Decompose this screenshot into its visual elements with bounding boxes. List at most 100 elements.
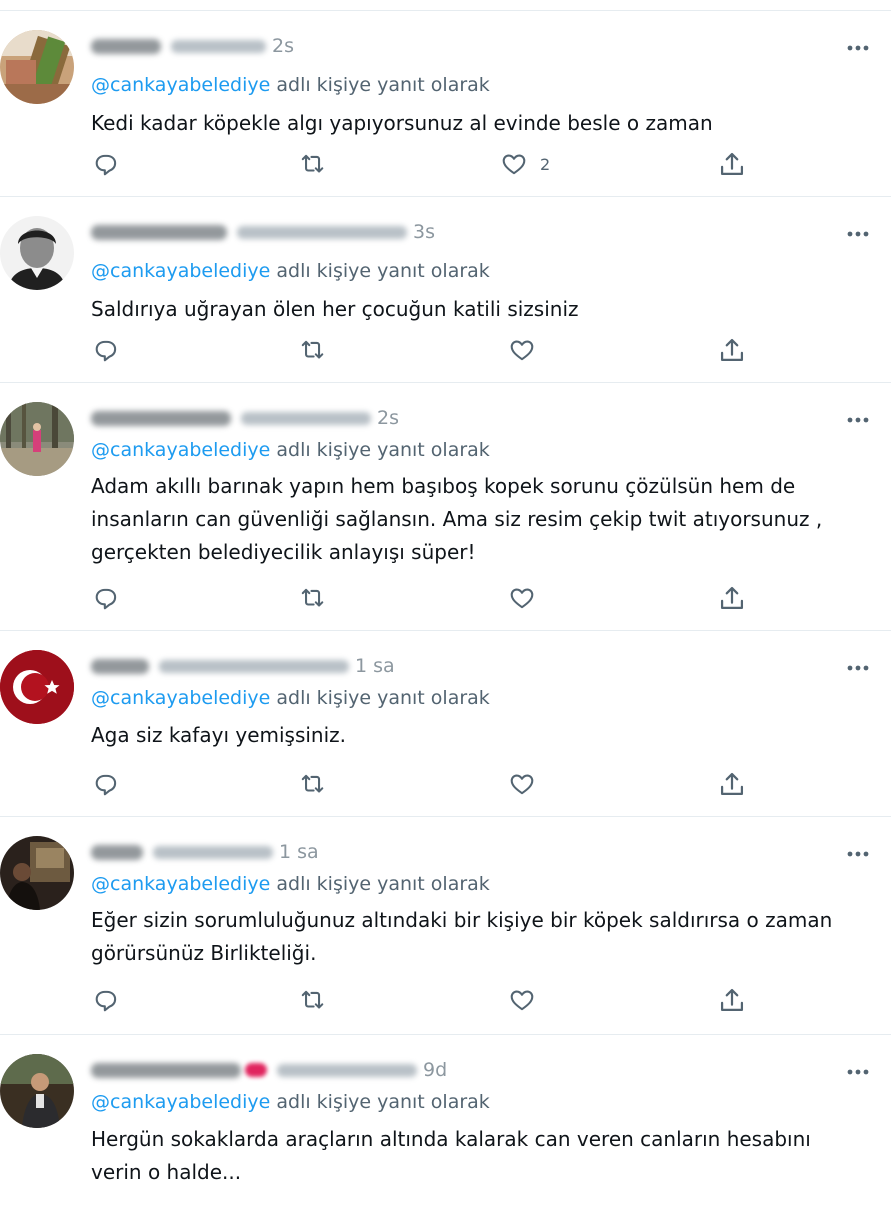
- reply-button[interactable]: [94, 986, 120, 1014]
- tweet[interactable]: 1 sa @cankayabelediye adlı kişiye yanıt …: [0, 817, 891, 1035]
- reply-context: @cankayabelediye adlı kişiye yanıt olara…: [91, 873, 490, 895]
- heart-icon: [510, 774, 534, 795]
- author-handle[interactable]: [159, 659, 349, 673]
- tweet-header: 3s: [91, 219, 435, 245]
- retweet-icon: [301, 990, 324, 1009]
- tweet[interactable]: 2s @cankayabelediye adlı kişiye yanıt ol…: [0, 383, 891, 631]
- like-button[interactable]: 2: [500, 150, 550, 178]
- reply-context-label: adlı kişiye yanıt olarak: [270, 74, 490, 96]
- more-icon[interactable]: [847, 45, 869, 51]
- reply-context: @cankayabelediye adlı kişiye yanıt olara…: [91, 687, 490, 709]
- like-button[interactable]: [508, 336, 548, 364]
- tweet-text: Aga siz kafayı yemişsiniz.: [91, 723, 347, 747]
- mention-link[interactable]: @cankayabelediye: [91, 873, 270, 895]
- author-name[interactable]: [91, 224, 227, 240]
- reply-icon: [95, 340, 117, 362]
- share-button[interactable]: [718, 986, 746, 1014]
- retweet-button[interactable]: [298, 986, 326, 1014]
- retweet-button[interactable]: [298, 770, 326, 798]
- avatar[interactable]: [0, 650, 74, 724]
- author-handle[interactable]: [241, 411, 371, 425]
- tweet[interactable]: 3s @cankayabelediye adlı kişiye yanıt ol…: [0, 197, 891, 383]
- avatar[interactable]: [0, 836, 74, 910]
- avatar[interactable]: [0, 216, 74, 290]
- retweet-button[interactable]: [298, 584, 326, 612]
- mention-link[interactable]: @cankayabelediye: [91, 260, 270, 282]
- tweet-header: 9d: [91, 1057, 447, 1083]
- reply-context: @cankayabelediye adlı kişiye yanıt olara…: [91, 1091, 490, 1113]
- author-handle[interactable]: [171, 39, 266, 53]
- more-icon[interactable]: [847, 1069, 869, 1075]
- timeline: 2s @cankayabelediye adlı kişiye yanıt ol…: [0, 0, 891, 1205]
- reply-context-label: adlı kişiye yanıt olarak: [270, 1091, 490, 1113]
- reply-context: @cankayabelediye adlı kişiye yanıt olara…: [91, 439, 490, 461]
- avatar[interactable]: [0, 30, 74, 104]
- reply-context-label: adlı kişiye yanıt olarak: [270, 873, 490, 895]
- author-handle[interactable]: [153, 845, 273, 859]
- tweet-time[interactable]: 9d: [423, 1059, 447, 1081]
- heart-icon: [510, 588, 534, 609]
- reply-button[interactable]: [94, 770, 120, 798]
- like-button[interactable]: [508, 770, 548, 798]
- tweet-header: 1 sa: [91, 653, 395, 679]
- author-name[interactable]: [91, 410, 231, 426]
- mention-link[interactable]: @cankayabelediye: [91, 687, 270, 709]
- more-icon[interactable]: [847, 851, 869, 857]
- tweet-text: Kedi kadar köpekle algı yapıyorsunuz al …: [91, 111, 713, 135]
- retweet-button[interactable]: [298, 336, 326, 364]
- retweet-icon: [301, 774, 324, 793]
- reply-context: @cankayabelediye adlı kişiye yanıt olara…: [91, 260, 490, 282]
- tweet-actions: [0, 336, 891, 364]
- reply-button[interactable]: [94, 150, 120, 178]
- tweet-text: Adam akıllı barınak yapın hem başıboş ko…: [91, 474, 823, 564]
- mention-link[interactable]: @cankayabelediye: [91, 1091, 270, 1113]
- mention-link[interactable]: @cankayabelediye: [91, 439, 270, 461]
- tweet-header: 2s: [91, 33, 294, 59]
- more-icon[interactable]: [847, 417, 869, 423]
- heart-icon: [502, 154, 526, 175]
- mention-link[interactable]: @cankayabelediye: [91, 74, 270, 96]
- share-icon: [720, 586, 744, 610]
- like-count: 2: [540, 154, 551, 174]
- heart-icon: [510, 990, 534, 1011]
- tweet-header: 2s: [91, 405, 399, 431]
- tweet-time[interactable]: 3s: [413, 221, 435, 243]
- reply-button[interactable]: [94, 584, 120, 612]
- tweet-time[interactable]: 2s: [272, 35, 294, 57]
- reply-button[interactable]: [94, 336, 120, 364]
- share-button[interactable]: [718, 770, 746, 798]
- author-handle[interactable]: [237, 225, 407, 239]
- avatar[interactable]: [0, 402, 74, 476]
- tweet-time[interactable]: 2s: [377, 407, 399, 429]
- tweet[interactable]: 9d @cankayabelediye adlı kişiye yanıt ol…: [0, 1035, 891, 1205]
- retweet-button[interactable]: [298, 150, 326, 178]
- retweet-icon: [301, 154, 324, 173]
- retweet-icon: [301, 340, 324, 359]
- author-handle[interactable]: [277, 1063, 417, 1077]
- share-icon: [720, 988, 744, 1012]
- reply-context-label: adlı kişiye yanıt olarak: [270, 439, 490, 461]
- author-name[interactable]: [91, 844, 143, 860]
- like-button[interactable]: [508, 584, 548, 612]
- author-name[interactable]: [91, 1062, 241, 1078]
- tweet-actions: [0, 986, 891, 1014]
- reply-icon: [95, 990, 117, 1012]
- share-icon: [720, 772, 744, 796]
- more-icon[interactable]: [847, 665, 869, 671]
- tweet[interactable]: 2s @cankayabelediye adlı kişiye yanıt ol…: [0, 11, 891, 197]
- tweet-time[interactable]: 1 sa: [279, 841, 319, 863]
- share-button[interactable]: [718, 150, 746, 178]
- more-icon[interactable]: [847, 231, 869, 237]
- share-button[interactable]: [718, 336, 746, 364]
- top-divider: [0, 0, 891, 11]
- share-button[interactable]: [718, 584, 746, 612]
- tweet-actions: [0, 770, 891, 798]
- author-name[interactable]: [91, 658, 149, 674]
- author-badge: [245, 1063, 267, 1077]
- tweet[interactable]: 1 sa @cankayabelediye adlı kişiye yanıt …: [0, 631, 891, 817]
- tweet-time[interactable]: 1 sa: [355, 655, 395, 677]
- like-button[interactable]: [508, 986, 548, 1014]
- avatar[interactable]: [0, 1054, 74, 1128]
- tweet-text: Saldırıya uğrayan ölen her çocuğun katil…: [91, 297, 579, 321]
- author-name[interactable]: [91, 38, 161, 54]
